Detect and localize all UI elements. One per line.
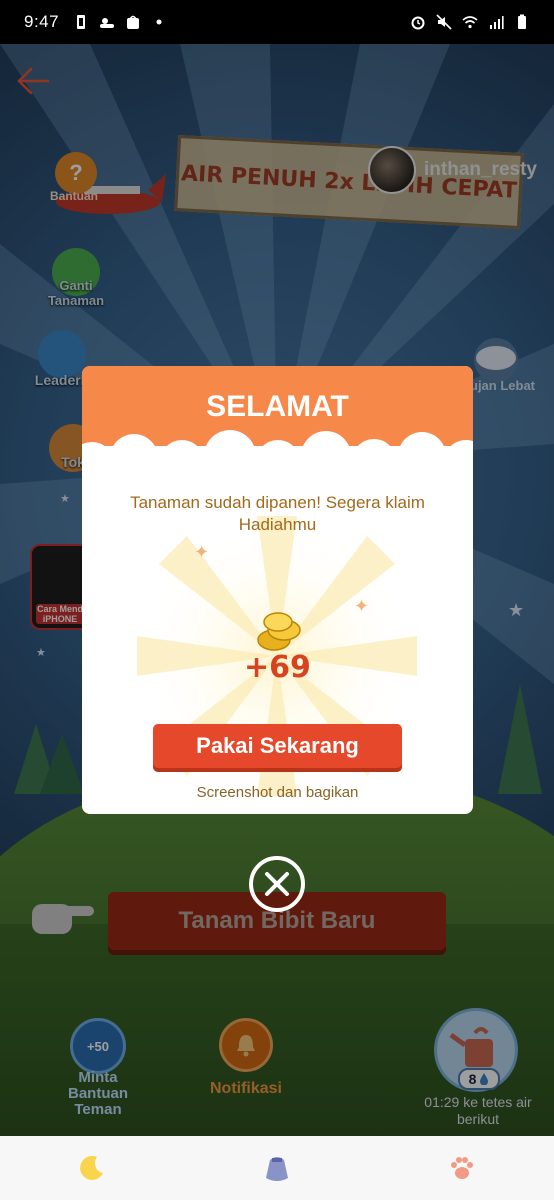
alarm-icon (411, 16, 425, 30)
reward-modal: SELAMAT Tanaman sudah dipanen! Segera kl… (82, 366, 473, 814)
battery-saver-icon (77, 15, 86, 29)
cloud-edge (82, 428, 473, 476)
sparkle-icon: ✦ (194, 542, 210, 562)
wifi-icon (462, 16, 478, 29)
screenshot-share-link[interactable]: Screenshot dan bagikan (82, 784, 473, 801)
bottom-nav (0, 1136, 554, 1200)
dot-icon (156, 19, 162, 25)
reward-amount: +69 (244, 650, 311, 685)
status-bar: 9:47 (0, 0, 554, 44)
close-icon[interactable] (249, 856, 305, 912)
weather-icon (100, 18, 115, 28)
seed-bag-icon (265, 1157, 288, 1181)
battery-icon (518, 14, 526, 29)
modal-title: SELAMAT (206, 390, 349, 423)
mute-icon (436, 14, 452, 30)
signal-icon (490, 16, 504, 29)
modal-message: Tanaman sudah dipanen! Segera klaim Hadi… (130, 493, 425, 534)
coins-icon (257, 612, 301, 651)
nav-paw[interactable] (442, 1148, 482, 1188)
shopee-icon (127, 15, 140, 29)
status-time: 9:47 (24, 12, 60, 31)
nav-seed-bag[interactable] (257, 1148, 297, 1188)
paw-icon (450, 1157, 473, 1179)
use-now-button[interactable]: Pakai Sekarang (153, 724, 402, 768)
nav-moon[interactable] (72, 1148, 112, 1188)
sparkle-icon: ✦ (354, 596, 370, 616)
moon-icon (80, 1155, 104, 1180)
